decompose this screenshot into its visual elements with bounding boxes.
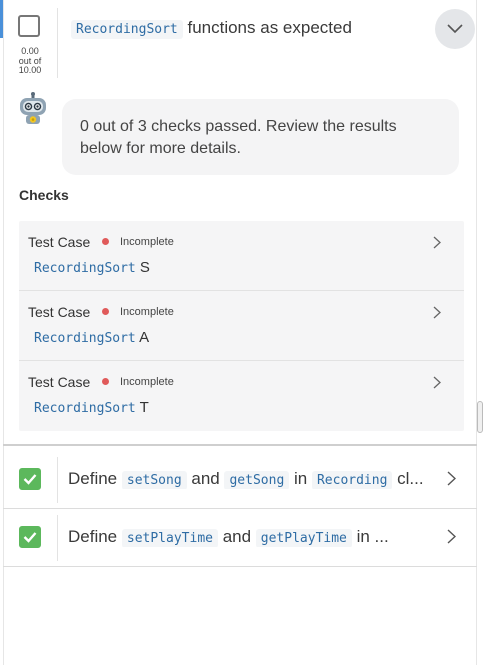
checks-list: Test Case Incomplete RecordingSort S Tes… xyxy=(19,221,464,431)
code-span: RecordingSort xyxy=(71,20,183,39)
rubric-item-setsong[interactable]: Define setSong and getSong in Recording … xyxy=(3,451,477,508)
check-suffix: A xyxy=(135,329,150,346)
divider xyxy=(57,8,58,78)
title-text: in ... xyxy=(351,527,389,546)
check-suffix: T xyxy=(135,399,149,416)
chevron-right-icon xyxy=(447,529,456,544)
rubric-title: RecordingSort functions as expected xyxy=(71,18,352,39)
status-dot xyxy=(102,308,109,315)
status-label: Incomplete xyxy=(120,376,174,388)
collapse-button[interactable] xyxy=(435,9,475,49)
check-type: Test Case xyxy=(28,304,91,320)
title-text: in xyxy=(289,469,312,488)
chevron-right-icon xyxy=(433,236,441,249)
score: 0.00 out of 10.00 xyxy=(15,46,45,76)
check-row[interactable]: Test Case Incomplete RecordingSort S xyxy=(19,221,464,291)
check-type: Test Case xyxy=(28,234,91,250)
title-text: and xyxy=(217,527,256,546)
title-text: functions as expected xyxy=(182,18,352,37)
rubric-checkbox[interactable] xyxy=(19,468,41,490)
chevron-down-icon xyxy=(447,24,463,34)
title-text: cl... xyxy=(392,469,424,488)
rubric-item-recordingsort: 0.00 out of 10.00 RecordingSort function… xyxy=(3,0,477,82)
title-text: Define xyxy=(68,469,122,488)
status-label: Incomplete xyxy=(120,306,174,318)
chevron-right-icon xyxy=(433,306,441,319)
check-name: RecordingSort S xyxy=(34,259,150,276)
rubric-checkbox[interactable] xyxy=(18,15,40,37)
code-span: getPlayTime xyxy=(255,529,352,547)
chevron-right-icon xyxy=(447,471,456,486)
score-max: 10.00 xyxy=(18,65,42,75)
checkmark-icon xyxy=(23,532,37,543)
rubric-title: Define setPlayTime and getPlayTime in ..… xyxy=(68,527,428,547)
check-type: Test Case xyxy=(28,374,91,390)
check-row[interactable]: Test Case Incomplete RecordingSort T xyxy=(19,361,464,431)
rubric-checkbox[interactable] xyxy=(19,526,41,548)
robot-icon xyxy=(16,92,50,126)
rubric-title: Define setSong and getSong in Recording … xyxy=(68,469,428,489)
code-span: RecordingSort xyxy=(34,261,136,276)
check-suffix: S xyxy=(135,259,150,276)
code-span: setPlayTime xyxy=(121,529,218,547)
checkmark-icon xyxy=(23,474,37,485)
code-span: RecordingSort xyxy=(34,401,136,416)
status-label: Incomplete xyxy=(120,236,174,248)
row-divider xyxy=(3,566,477,567)
summary-bubble: 0 out of 3 checks passed. Review the res… xyxy=(62,99,459,175)
code-span: setSong xyxy=(121,471,187,489)
scrollbar-thumb[interactable] xyxy=(477,401,483,433)
title-text: and xyxy=(186,469,225,488)
divider xyxy=(57,457,58,503)
check-name: RecordingSort A xyxy=(34,329,149,346)
rubric-item-setplaytime[interactable]: Define setPlayTime and getPlayTime in ..… xyxy=(3,509,477,566)
code-span: Recording xyxy=(311,471,393,489)
code-span: getSong xyxy=(224,471,290,489)
title-text: Define xyxy=(68,527,122,546)
divider xyxy=(57,515,58,561)
section-divider xyxy=(3,444,477,446)
code-span: RecordingSort xyxy=(34,331,136,346)
checks-heading: Checks xyxy=(19,187,69,203)
status-dot xyxy=(102,238,109,245)
check-name: RecordingSort T xyxy=(34,399,149,416)
check-row[interactable]: Test Case Incomplete RecordingSort A xyxy=(19,291,464,361)
status-dot xyxy=(102,378,109,385)
chevron-right-icon xyxy=(433,376,441,389)
